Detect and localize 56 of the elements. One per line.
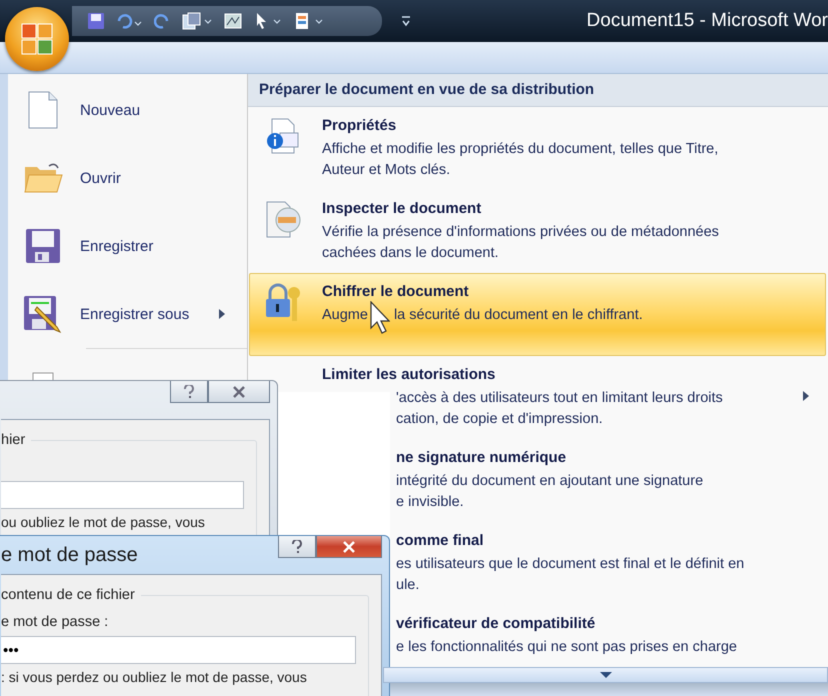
warning-text: ou oubliez le mot de passe, vous [1,514,206,530]
option-description: e invisible. [396,493,465,512]
down-triangle-icon [600,672,612,678]
menu-item[interactable]: Nouveau [8,76,247,144]
warning-text: : si vous perdez ou oubliez le mot de passe, vous [1,669,308,685]
option-title: Limiter les autorisations [322,366,496,383]
dialog-title: e mot de passe [1,544,138,566]
help-button[interactable] [170,381,208,403]
mouse-cursor-icon [370,301,390,335]
menu-item[interactable]: Enregistrer sous [8,280,247,348]
close-icon [232,386,246,398]
chart-box-icon[interactable] [224,13,242,29]
field-label: e mot de passe : [1,614,110,630]
option-description: es utilisateurs que le document est final et le définit en [396,555,744,574]
document-copy-icon[interactable] [182,12,212,30]
option-title: ne signature numérique [396,449,568,466]
option-title: Chiffrer le document [322,283,470,300]
panel-heading: Préparer le document en vue de sa distribution [248,74,828,107]
window-title: Document15 - Microsoft Wor [586,10,828,32]
option-description: intégrité du document en ajoutant une signature [396,472,704,491]
help-icon [292,540,302,554]
option-title: comme final [396,532,485,549]
help-button[interactable] [278,536,316,558]
menu-option[interactable]: Propriétés Affiche et modifie les propriétés du document, telles que Titre, Auteur et Mots clés. [249,107,826,190]
option-description: Vérifie la présence d'informations privées ou de métadonnées [322,223,719,242]
close-button[interactable] [316,536,382,558]
option-description: cachées dans le document. [322,244,500,263]
folder-icon [23,161,63,195]
option-description: cation, de copie et d'impression. [396,410,604,429]
padlock-key-icon [264,283,302,323]
document-magnifier-icon [264,200,302,238]
menu-option[interactable]: Chiffrer le document Augme la sécurité du document en le chiffrant. [249,273,826,356]
office-logo-icon [20,22,54,56]
help-icon [184,384,194,398]
customize-toolbar-icon[interactable] [400,14,412,28]
form-icon[interactable] [294,12,324,30]
option-description: e les fonctionnalités qui ne sont pas prises en charge [396,638,737,657]
option-description: 'accès à des utilisateurs tout en limitant leurs droits [396,389,723,408]
option-description: Affiche et modifie les propriétés du document, telles que Titre, [322,140,718,159]
close-button[interactable] [208,381,270,403]
floppy-disk-pencil-icon [23,295,63,333]
option-title: Propriétés [322,117,398,134]
password-field[interactable] [1,481,244,509]
password-field[interactable]: ••• [1,636,356,664]
option-title: vérificateur de compatibilité [396,615,596,632]
option-description: la sécurité du document en le chiffrant. [394,306,643,325]
menu-item[interactable]: Enregistrer [8,212,247,280]
close-icon [342,540,356,552]
option-title: Inspecter le document [322,200,482,217]
option-description: Auteur et Mots clés. [322,161,452,180]
option-description: ule. [396,576,420,595]
pointer-icon[interactable] [254,12,282,30]
menu-item[interactable]: Ouvrir [8,144,247,212]
blank-page-icon [27,90,59,130]
menu-option[interactable]: Inspecter le document Vérifie la présence d'informations privées ou de métadonnées cachées dans le document. [249,190,826,273]
option-description: Augme [322,306,368,325]
